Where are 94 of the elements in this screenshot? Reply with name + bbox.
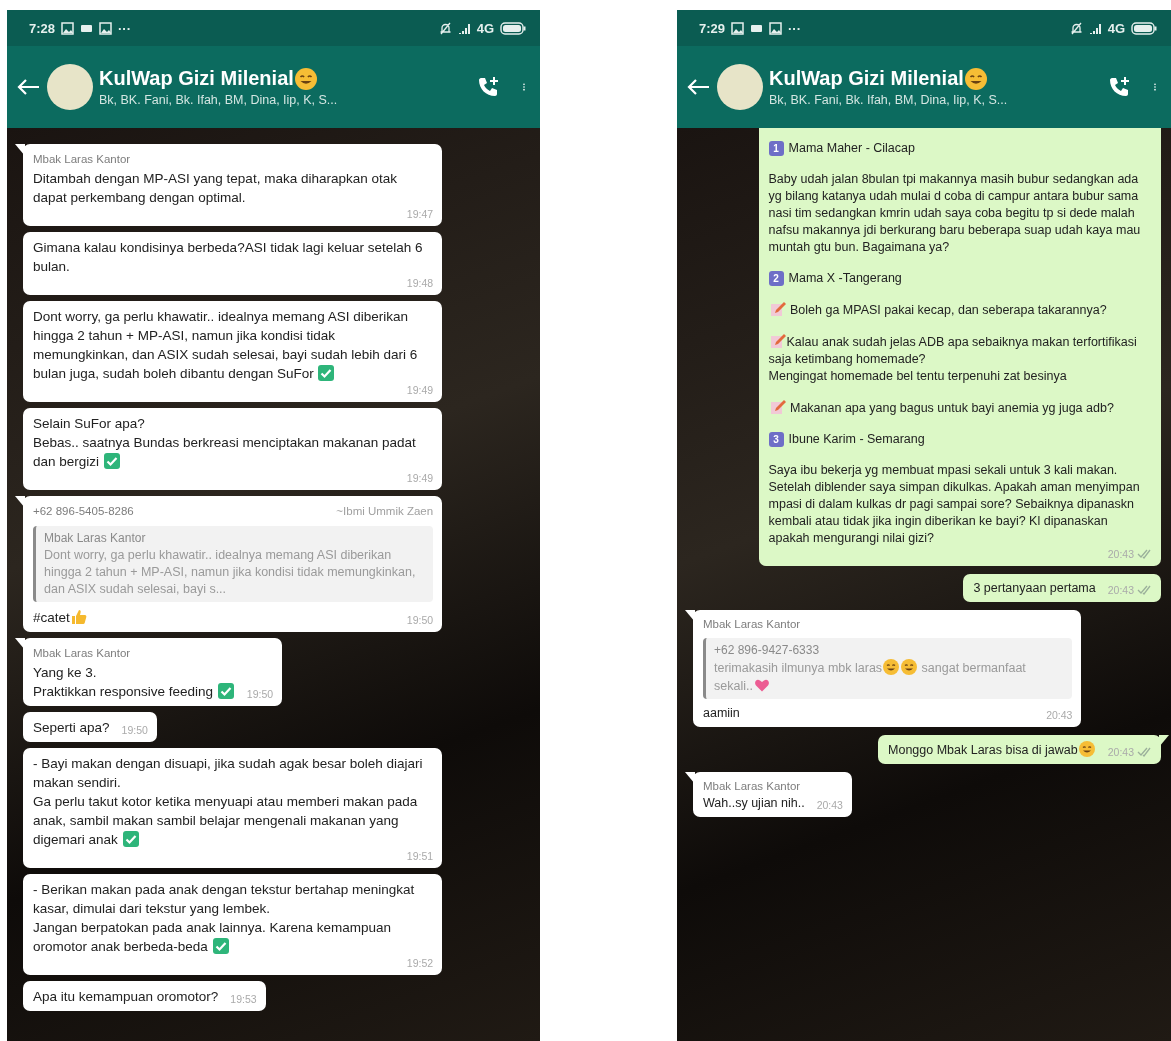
smiley-icon bbox=[964, 67, 987, 90]
message-text: Mama X -Tangerang bbox=[788, 270, 902, 287]
quoted-sender: Mbak Laras Kantor bbox=[44, 530, 147, 547]
smiley-icon bbox=[901, 659, 918, 675]
thumbs-up-icon bbox=[70, 609, 87, 625]
message-text: Dont worry, ga perlu khawatir.. idealnya memang ASI diberikan hingga 2 tahun + MP-ASI, namun jika kondisi tidak memungkinkan, dan ASIX sudah selesai, bayi sudah lebih dari 6 bulan juga, sudah boleh dibantu dengan SuFor bbox=[33, 308, 419, 383]
sender-name: Mbak Laras Kantor bbox=[33, 646, 131, 661]
group-members: Bk, BK. Fani, Bk. Ifah, BM, Dina, Iip, K, S... bbox=[99, 93, 339, 107]
message-time: 20:43 bbox=[1107, 547, 1134, 561]
message-text: Makanan apa yang bagus untuk bayi anemia yg juga adb? bbox=[768, 399, 1152, 417]
group-members: Bk, BK. Fani, Bk. Ifah, BM, Dina, Iip, K, S... bbox=[769, 93, 1009, 107]
message-text: Kalau anak sudah jelas ADB apa sebaiknya makan terfortifikasi saja ketimbang homemade? Mengingat homemade bel tentu terpenuhi zat besinya bbox=[768, 333, 1138, 385]
keycap-number: 3 bbox=[768, 432, 784, 447]
pencil-icon bbox=[769, 333, 786, 349]
quoted-sender: +62 896-9427-6333 bbox=[714, 642, 821, 659]
message-text: 3 pertanyaan pertama bbox=[973, 580, 1096, 597]
gallery-icon bbox=[731, 21, 745, 35]
message-time: 19:52 bbox=[406, 956, 434, 970]
double-check-icon bbox=[1137, 549, 1152, 559]
more-notifications: ··· bbox=[788, 20, 802, 36]
message-time: 19:50 bbox=[121, 723, 148, 737]
message-time: 19:50 bbox=[406, 613, 434, 627]
status-time: 7:28 bbox=[29, 20, 56, 36]
battery-icon bbox=[500, 21, 526, 35]
network-type: 4G bbox=[1107, 20, 1125, 36]
double-check-icon bbox=[1137, 747, 1152, 757]
message-text: Yang ke 3. Praktikkan responsive feeding bbox=[33, 663, 235, 701]
keycap-number: 2 bbox=[768, 271, 784, 286]
gallery-icon bbox=[61, 21, 75, 35]
battery-icon bbox=[1131, 21, 1157, 35]
sender-name: Mbak Laras Kantor bbox=[33, 152, 131, 167]
message-text: - Bayi makan dengan disuapi, jika sudah agak besar boleh diajari makan sendiri. Ga perlu takut kotor ketika menyuapi atau memberi makan pada anak, sambil makan sambil belajar mengenali makanan yang digemari anak bbox=[33, 755, 424, 849]
message-time: 20:43 bbox=[1046, 708, 1073, 722]
bell-off-icon bbox=[1069, 21, 1083, 35]
message-text: Gimana kalau kondisinya berbeda?ASI tidak lagi keluar setelah 6 bulan. bbox=[33, 239, 424, 276]
pencil-icon bbox=[769, 399, 786, 415]
group-avatar[interactable] bbox=[47, 64, 93, 110]
smiley-icon bbox=[883, 659, 900, 675]
message-text: Selain SuFor apa? Bebas.. saatnya Bundas berkreasi menciptakan makanan padat dan bergizi bbox=[33, 415, 417, 471]
message-text: Boleh ga MPASI pakai kecap, dan seberapa takarannya? bbox=[768, 301, 1152, 319]
sender-name: +62 896-5405-8286 bbox=[33, 504, 134, 519]
message-time: 19:49 bbox=[406, 383, 434, 397]
message-text: Saya ibu bekerja yg membuat mpasi sekali untuk 3 kali makan. Setelah diblender saya simpan dikulkas. Apakah aman menyimpan mpasi di dalam kulkas dr pagi sampai sore? Sebaiknya dipanaskn kembali atau tidak jika ingin diberikan ke bayi? Kl dipanaskan apakah mengurangi nilai gizi? bbox=[768, 462, 1141, 547]
add-call-icon[interactable] bbox=[476, 75, 500, 99]
status-time: 7:29 bbox=[699, 20, 726, 36]
check-mark-icon bbox=[217, 683, 234, 699]
message-text: Ditambah dengan MP-ASI yang tepat, maka diharapkan otak dapat perkembang dengan optimal. bbox=[33, 170, 398, 207]
push-name: ~Ibmi Ummik Zaen bbox=[336, 504, 434, 519]
check-mark-icon bbox=[103, 453, 120, 469]
group-avatar[interactable] bbox=[717, 64, 763, 110]
message-time: 20:43 bbox=[1107, 583, 1134, 597]
check-mark-icon bbox=[212, 938, 229, 954]
message-time: 19:49 bbox=[406, 471, 434, 485]
smiley-icon bbox=[294, 67, 317, 90]
sender-name: Mbak Laras Kantor bbox=[703, 779, 801, 794]
smiley-icon bbox=[1078, 741, 1095, 757]
pencil-icon bbox=[769, 301, 786, 317]
check-mark-icon bbox=[318, 365, 335, 381]
message-time: 19:47 bbox=[406, 207, 434, 221]
gallery-icon bbox=[99, 21, 113, 35]
message-text: aamiin bbox=[703, 705, 740, 722]
message-time: 20:43 bbox=[1107, 745, 1134, 759]
bell-off-icon bbox=[438, 21, 452, 35]
message-text: - Berikan makan pada anak dengan tekstur bertahap meningkat kasar, dimulai dari tekstur yang lembek. Jangan berpatokan pada anak lainnya. Karena kemampuan oromotor anak berbeda-beda bbox=[33, 881, 416, 956]
quoted-text: Dont worry, ga perlu khawatir.. idealnya memang ASI diberikan hingga 2 tahun + MP-ASI, namun jika kondisi tidak memungkinkan, dan ASIX sudah selesai, bayi s... bbox=[44, 547, 417, 598]
message-text: Seperti apa? bbox=[33, 719, 110, 737]
group-name: KulWap Gizi Milenial bbox=[99, 67, 294, 90]
message-time: 20:43 bbox=[816, 798, 843, 812]
group-name: KulWap Gizi Milenial bbox=[769, 67, 964, 90]
back-arrow-icon[interactable] bbox=[15, 77, 41, 97]
message-time: 19:48 bbox=[406, 276, 434, 290]
add-call-icon[interactable] bbox=[1107, 75, 1131, 99]
signal-icon bbox=[1088, 21, 1102, 35]
keycap-number: 1 bbox=[768, 141, 784, 156]
gallery-icon bbox=[769, 21, 783, 35]
message-text: Apa itu kemampuan oromotor? bbox=[33, 988, 219, 1006]
more-notifications: ··· bbox=[118, 20, 132, 36]
message-text: Monggo Mbak Laras bisa di jawab bbox=[888, 741, 1096, 759]
double-check-icon bbox=[1137, 585, 1152, 595]
message-time: 19:53 bbox=[230, 992, 257, 1006]
message-text: Wah..sy ujian nih.. bbox=[703, 795, 805, 812]
signal-icon bbox=[457, 21, 471, 35]
message-text: Mama Maher - Cilacap bbox=[788, 140, 915, 157]
message-text: Ibune Karim - Semarang bbox=[788, 431, 925, 448]
message-time: 19:50 bbox=[246, 687, 274, 701]
sender-name: Mbak Laras Kantor bbox=[703, 617, 801, 632]
message-text: Baby udah jalan 8bulan tpi makannya masih bubur sedangkan ada yg bilang katanya udah mulai d coba di campur antara bubur sama nasi tim sedangkan kmrin udah saya coba begitu tp si dede malah nafsu makannya jdi berkurang baru beberapa suap udah kaya mau muntah gtu bun. Bagaimana ya? bbox=[768, 171, 1142, 256]
message-time: 19:51 bbox=[406, 849, 434, 863]
back-arrow-icon[interactable] bbox=[685, 77, 711, 97]
quoted-text: terimakasih ilmunya mbk laras sangat bermanfaat sekali.. bbox=[714, 659, 1027, 695]
heart-icon bbox=[753, 677, 770, 693]
network-type: 4G bbox=[476, 20, 494, 36]
message-text: #catet bbox=[33, 608, 88, 627]
check-mark-icon bbox=[122, 831, 139, 847]
